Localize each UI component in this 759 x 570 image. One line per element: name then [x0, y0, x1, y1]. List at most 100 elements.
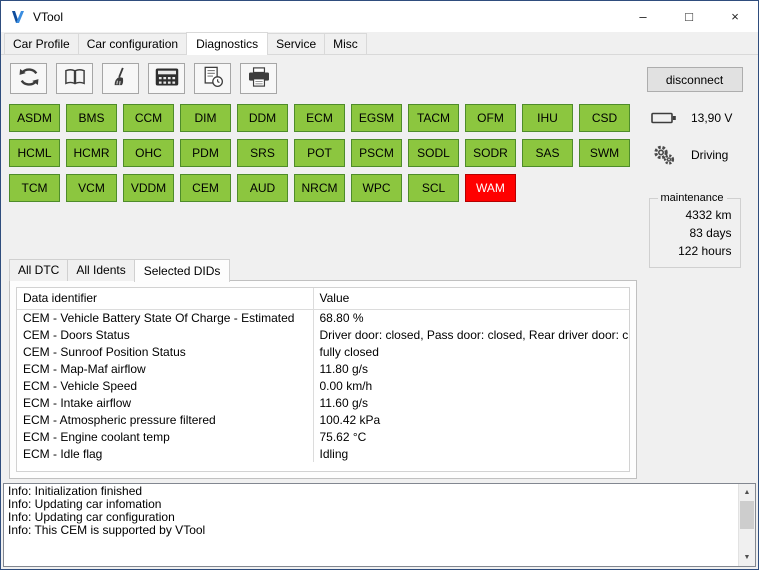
table-row[interactable]: ECM - Atmospheric pressure filtered100.4… [17, 411, 629, 428]
scroll-up-icon[interactable]: ▲ [739, 484, 755, 501]
cell-identifier: ECM - Map-Maf airflow [17, 360, 313, 377]
ecu-button-pdm[interactable]: PDM [180, 139, 231, 167]
tab-car-configuration[interactable]: Car configuration [78, 33, 187, 54]
print-icon [247, 67, 271, 90]
table-row[interactable]: CEM - Vehicle Battery State Of Charge - … [17, 309, 629, 326]
ecu-button-hcmr[interactable]: HCMR [66, 139, 117, 167]
cell-value: fully closed [313, 343, 629, 360]
did-table-container: Data identifier Value CEM - Vehicle Batt… [16, 287, 630, 472]
ecu-button-pot[interactable]: POT [294, 139, 345, 167]
ecu-button-sas[interactable]: SAS [522, 139, 573, 167]
table-row[interactable]: CEM - Doors StatusDriver door: closed, P… [17, 326, 629, 343]
ecu-button-asdm[interactable]: ASDM [9, 104, 60, 132]
ecu-button-wam[interactable]: WAM [465, 174, 516, 202]
ecu-button-pscm[interactable]: PSCM [351, 139, 402, 167]
disconnect-button[interactable]: disconnect [647, 67, 743, 92]
did-table-body: CEM - Vehicle Battery State Of Charge - … [17, 309, 629, 462]
cell-identifier: ECM - Intake airflow [17, 394, 313, 411]
ecu-button-ccm[interactable]: CCM [123, 104, 174, 132]
ecu-button-vcm[interactable]: VCM [66, 174, 117, 202]
ecu-button-wpc[interactable]: WPC [351, 174, 402, 202]
scroll-down-icon[interactable]: ▼ [739, 549, 755, 566]
maintenance-title: maintenance [658, 192, 727, 204]
table-row[interactable]: ECM - Intake airflow11.60 g/s [17, 394, 629, 411]
report-history-button[interactable] [194, 63, 231, 94]
ecu-button-hcml[interactable]: HCML [9, 139, 60, 167]
subtab-all-dtc[interactable]: All DTC [9, 259, 68, 281]
ecu-button-ddm[interactable]: DDM [237, 104, 288, 132]
battery-icon [649, 111, 679, 125]
maximize-button[interactable]: □ [666, 1, 712, 32]
ecu-button-ihu[interactable]: IHU [522, 104, 573, 132]
ecu-button-tcm[interactable]: TCM [9, 174, 60, 202]
tab-service[interactable]: Service [267, 33, 325, 54]
ecu-grid: ASDMBMSCCMDIMDDMECMEGSMTACMOFMIHUCSD HCML… [9, 104, 637, 209]
gears-icon [649, 144, 679, 166]
maintenance-days: 83 days [658, 224, 732, 242]
log-scrollbar[interactable]: ▲ ▼ [738, 484, 755, 566]
minimize-button[interactable]: – [620, 1, 666, 32]
close-button[interactable]: × [712, 1, 758, 32]
did-table: Data identifier Value CEM - Vehicle Batt… [17, 288, 629, 462]
print-button[interactable] [240, 63, 277, 94]
maintenance-hours: 122 hours [658, 242, 732, 260]
tab-misc[interactable]: Misc [324, 33, 367, 54]
window-controls: – □ × [620, 1, 758, 32]
log-line: Info: This CEM is supported by VTool [8, 524, 734, 537]
cell-value: 68.80 % [313, 309, 629, 326]
ecu-button-csd[interactable]: CSD [579, 104, 630, 132]
read-codes-button[interactable] [56, 63, 93, 94]
window-title: VTool [33, 10, 63, 24]
subtab-selected-dids[interactable]: Selected DIDs [134, 259, 231, 282]
ecu-button-nrcm[interactable]: NRCM [294, 174, 345, 202]
table-row[interactable]: ECM - Engine coolant temp75.62 °C [17, 428, 629, 445]
table-row[interactable]: ECM - Idle flagIdling [17, 445, 629, 462]
table-row[interactable]: ECM - Vehicle Speed0.00 km/h [17, 377, 629, 394]
cell-identifier: ECM - Vehicle Speed [17, 377, 313, 394]
maintenance-km: 4332 km [658, 206, 732, 224]
battery-voltage: 13,90 V [691, 111, 732, 125]
ecu-button-scl[interactable]: SCL [408, 174, 459, 202]
refresh-button[interactable] [10, 63, 47, 94]
did-table-panel: Data identifier Value CEM - Vehicle Batt… [9, 280, 637, 479]
table-row[interactable]: CEM - Sunroof Position Statusfully close… [17, 343, 629, 360]
ecu-button-vddm[interactable]: VDDM [123, 174, 174, 202]
table-row[interactable]: ECM - Map-Maf airflow11.80 g/s [17, 360, 629, 377]
clear-codes-button[interactable] [102, 63, 139, 94]
ecu-button-swm[interactable]: SWM [579, 139, 630, 167]
battery-status-row: 13,90 V [637, 111, 752, 125]
scrollbar-thumb[interactable] [740, 501, 754, 529]
clear-codes-icon [111, 67, 131, 90]
ecu-button-cem[interactable]: CEM [180, 174, 231, 202]
subtab-all-idents[interactable]: All Idents [67, 259, 134, 281]
ecu-button-dim[interactable]: DIM [180, 104, 231, 132]
ecu-button-srs[interactable]: SRS [237, 139, 288, 167]
ecu-button-bms[interactable]: BMS [66, 104, 117, 132]
calculator-button[interactable] [148, 63, 185, 94]
scrollbar-track[interactable] [739, 501, 755, 549]
ecu-button-ofm[interactable]: OFM [465, 104, 516, 132]
ecu-button-ecm[interactable]: ECM [294, 104, 345, 132]
cell-value: Idling [313, 445, 629, 462]
sidebar: disconnect 13,90 V [637, 59, 752, 479]
cell-identifier: ECM - Atmospheric pressure filtered [17, 411, 313, 428]
report-history-icon [202, 66, 224, 91]
ecu-button-sodl[interactable]: SODL [408, 139, 459, 167]
column-header-value[interactable]: Value [313, 288, 629, 309]
cell-identifier: ECM - Engine coolant temp [17, 428, 313, 445]
ecu-button-tacm[interactable]: TACM [408, 104, 459, 132]
refresh-icon [18, 67, 40, 90]
ecu-button-ohc[interactable]: OHC [123, 139, 174, 167]
ecu-button-aud[interactable]: AUD [237, 174, 288, 202]
tab-diagnostics[interactable]: Diagnostics [186, 32, 268, 55]
vehicle-mode-row: Driving [637, 144, 752, 166]
cell-value: 0.00 km/h [313, 377, 629, 394]
toolbar [10, 63, 637, 94]
ecu-button-egsm[interactable]: EGSM [351, 104, 402, 132]
log-panel: Info: Initialization finishedInfo: Updat… [3, 483, 756, 567]
cell-value: 11.80 g/s [313, 360, 629, 377]
column-header-identifier[interactable]: Data identifier [17, 288, 313, 309]
ecu-button-sodr[interactable]: SODR [465, 139, 516, 167]
cell-value: 75.62 °C [313, 428, 629, 445]
tab-car-profile[interactable]: Car Profile [4, 33, 79, 54]
